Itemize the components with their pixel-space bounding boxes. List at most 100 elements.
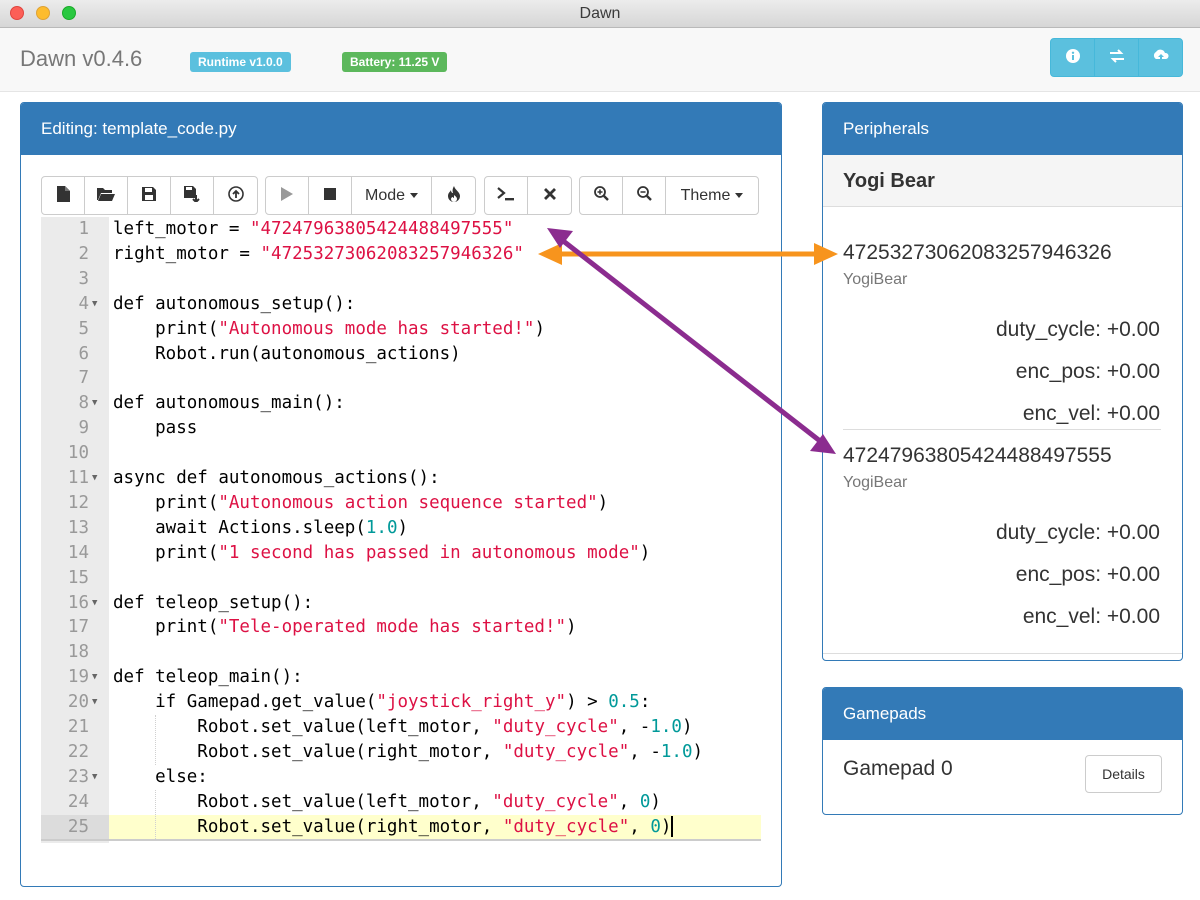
line-number: 14: [67, 542, 89, 563]
mode-dropdown[interactable]: Mode: [352, 177, 432, 214]
code-text: async def autonomous_actions():: [113, 468, 440, 488]
line-number: 23: [67, 766, 89, 787]
code-text: print("Tele-operated mode has started!"): [113, 617, 577, 638]
code-line[interactable]: 14 print("1 second has passed in autonom…: [41, 541, 761, 566]
zoom-in-button[interactable]: [580, 177, 623, 214]
save-as-button[interactable]: [171, 177, 214, 214]
info-button[interactable]: [1051, 39, 1095, 76]
app-brand: Dawn v0.4.6: [20, 46, 143, 71]
text-cursor: [671, 816, 674, 838]
code-text: Robot.set_value(left_motor, "duty_cycle"…: [113, 717, 693, 737]
line-number: 9: [78, 418, 89, 439]
code-line[interactable]: 7: [41, 366, 761, 391]
line-number: 24: [67, 791, 89, 812]
mode-label: Mode: [364, 186, 406, 204]
code-line[interactable]: 3: [41, 267, 761, 292]
save-icon: [142, 186, 156, 205]
fold-arrow-icon[interactable]: ▼: [92, 690, 97, 715]
device-divider: [843, 429, 1161, 430]
device-type: YogiBear: [843, 271, 908, 288]
upload-code-button[interactable]: [214, 177, 257, 214]
code-line[interactable]: 22 Robot.set_value(right_motor, "duty_cy…: [41, 740, 761, 765]
code-line[interactable]: 8 ▼ def autonomous_main():: [41, 391, 761, 416]
code-line[interactable]: 21 Robot.set_value(left_motor, "duty_cyc…: [41, 715, 761, 740]
code-text: Robot.run(autonomous_actions): [113, 343, 461, 364]
code-line[interactable]: 16 ▼ def teleop_setup():: [41, 591, 761, 616]
code-line[interactable]: 5 print("Autonomous mode has started!"): [41, 317, 761, 342]
file-button-group: [41, 176, 258, 215]
fold-arrow-icon[interactable]: ▼: [92, 765, 97, 790]
line-number: 19: [67, 667, 89, 688]
save-button[interactable]: [128, 177, 171, 214]
peripherals-title: Peripherals: [823, 103, 1182, 155]
info-icon: [1065, 48, 1081, 68]
device-param: duty_cycle: +0.00: [995, 318, 1160, 341]
console-button[interactable]: [485, 177, 528, 214]
code-line[interactable]: 2 right_motor = "47253273062083257946326": [41, 242, 761, 267]
upload-code-icon: [227, 185, 244, 206]
fire-icon: [447, 185, 461, 206]
editor-title: Editing: template_code.py: [21, 103, 781, 155]
fold-arrow-icon[interactable]: ▼: [92, 665, 97, 690]
code-line[interactable]: 17 print("Tele-operated mode has started…: [41, 615, 761, 640]
code-line[interactable]: 19 ▼ def teleop_main():: [41, 665, 761, 690]
code-text: print("1 second has passed in autonomous…: [113, 542, 651, 563]
fold-arrow-icon[interactable]: ▼: [92, 591, 97, 616]
run-button[interactable]: [266, 177, 309, 214]
new-file-button[interactable]: [42, 177, 85, 214]
theme-dropdown[interactable]: Theme: [666, 177, 758, 214]
header-button-group: [1050, 38, 1183, 77]
code-line[interactable]: 9 pass: [41, 416, 761, 441]
peripherals-bottom-divider: [823, 653, 1182, 654]
runtime-badge: Runtime v1.0.0: [190, 52, 291, 72]
fold-arrow-icon[interactable]: ▼: [92, 391, 97, 416]
code-line[interactable]: 1 left_motor = "47247963805424488497555": [41, 217, 761, 242]
code-line[interactable]: 18: [41, 640, 761, 665]
code-line[interactable]: 13 await Actions.sleep(1.0): [41, 516, 761, 541]
code-line[interactable]: 25 Robot.set_value(right_motor, "duty_cy…: [41, 814, 761, 840]
code-line[interactable]: 10: [41, 441, 761, 466]
line-number: 11: [67, 468, 89, 488]
code-line[interactable]: 11 ▼ async def autonomous_actions():: [41, 466, 761, 491]
code-line[interactable]: 4 ▼ def autonomous_setup():: [41, 292, 761, 317]
stop-button[interactable]: [309, 177, 352, 214]
clear-console-button[interactable]: [528, 177, 571, 214]
line-number: 5: [78, 318, 89, 339]
save-as-icon: [184, 185, 200, 206]
code-text: Robot.set_value(right_motor, "duty_cycle…: [113, 741, 704, 762]
line-number: 4: [78, 293, 89, 314]
zoom-out-button[interactable]: [623, 177, 666, 214]
line-number: 1: [78, 219, 89, 239]
code-text: Robot.set_value(left_motor, "duty_cycle"…: [113, 791, 661, 812]
transfer-icon: [1108, 48, 1126, 67]
new-file-icon: [56, 185, 70, 206]
code-text: def autonomous_main():: [113, 393, 345, 414]
line-number: 15: [67, 567, 89, 588]
run-button-group: Mode: [265, 176, 476, 215]
zoom-out-icon: [636, 186, 652, 205]
theme-label: Theme: [680, 186, 731, 204]
code-line[interactable]: 15: [41, 566, 761, 591]
line-number: 3: [78, 268, 89, 289]
line-number: 13: [67, 517, 89, 538]
battery-badge: Battery: 11.25 V: [342, 52, 448, 72]
estop-button[interactable]: [432, 177, 475, 214]
fold-arrow-icon[interactable]: ▼: [92, 466, 97, 491]
gamepad-details-button[interactable]: Details: [1085, 755, 1162, 793]
line-number: 2: [78, 243, 89, 264]
code-line[interactable]: 12 print("Autonomous action sequence sta…: [41, 491, 761, 516]
code-line[interactable]: 20 ▼ if Gamepad.get_value("joystick_right…: [41, 690, 761, 715]
upload-button[interactable]: [1139, 39, 1182, 76]
open-file-button[interactable]: [85, 177, 128, 214]
peripherals-panel: Peripherals Yogi Bear 472532730620832579…: [822, 102, 1183, 661]
device-param: enc_vel: +0.00: [1022, 605, 1160, 628]
fold-arrow-icon[interactable]: ▼: [92, 292, 97, 317]
transfer-button[interactable]: [1095, 39, 1139, 76]
code-line[interactable]: 24 Robot.set_value(left_motor, "duty_cyc…: [41, 790, 761, 815]
code-line[interactable]: 6 Robot.run(autonomous_actions): [41, 342, 761, 367]
code-editor[interactable]: 1 left_motor = "47247963805424488497555" 2…: [41, 217, 761, 843]
device-id: 47253273062083257946326: [843, 241, 1112, 264]
code-line[interactable]: 23 ▼ else:: [41, 765, 761, 790]
device-type: YogiBear: [843, 474, 908, 491]
code-text: def teleop_setup():: [113, 592, 314, 613]
